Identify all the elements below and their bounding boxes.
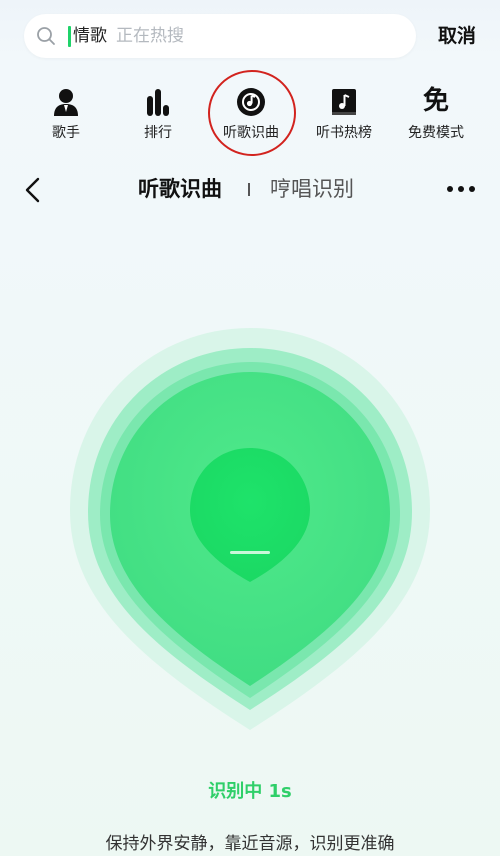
audiobook-icon [332, 89, 356, 115]
quick-nav-label: 听书热榜 [316, 125, 372, 141]
free-mode-icon: 免 [422, 86, 449, 116]
search-icon [37, 27, 55, 45]
sound-level-bar [230, 551, 270, 554]
quick-nav-label: 歌手 [52, 125, 80, 141]
search-input[interactable]: 情歌 正在热搜 [24, 14, 416, 58]
tab-humming-recognition[interactable]: 哼唱识别 [270, 175, 354, 203]
search-placeholder: 正在热搜 [116, 26, 184, 46]
back-arrow-icon[interactable] [22, 176, 44, 204]
highlight-circle [208, 70, 296, 156]
quick-nav-singer[interactable]: 歌手 [26, 80, 106, 150]
tab-song-recognition[interactable]: 听歌识曲 [138, 175, 222, 203]
quick-nav-audiobook[interactable]: 听书热榜 [304, 80, 384, 150]
singer-icon [54, 89, 78, 116]
cancel-button[interactable]: 取消 [438, 24, 476, 48]
recognition-animation[interactable] [0, 300, 500, 740]
more-options-icon[interactable] [446, 182, 476, 196]
quick-nav-label: 排行 [144, 125, 172, 141]
quick-nav-chart[interactable]: 排行 [118, 80, 198, 150]
quick-nav-free-mode[interactable]: 免 免费模式 [396, 80, 476, 150]
recognition-status: 识别中 1s [208, 781, 292, 802]
chart-bars-icon [147, 89, 169, 116]
recognition-hint: 保持外界安静，靠近音源，识别更准确 [105, 834, 395, 854]
search-query-text: 情歌 [73, 26, 107, 46]
text-cursor [68, 26, 71, 47]
tab-divider [248, 183, 250, 196]
quick-nav-label: 免费模式 [408, 125, 464, 141]
page-header: 听歌识曲 哼唱识别 [0, 170, 500, 210]
search-bar-row: 情歌 正在热搜 取消 [0, 0, 500, 72]
